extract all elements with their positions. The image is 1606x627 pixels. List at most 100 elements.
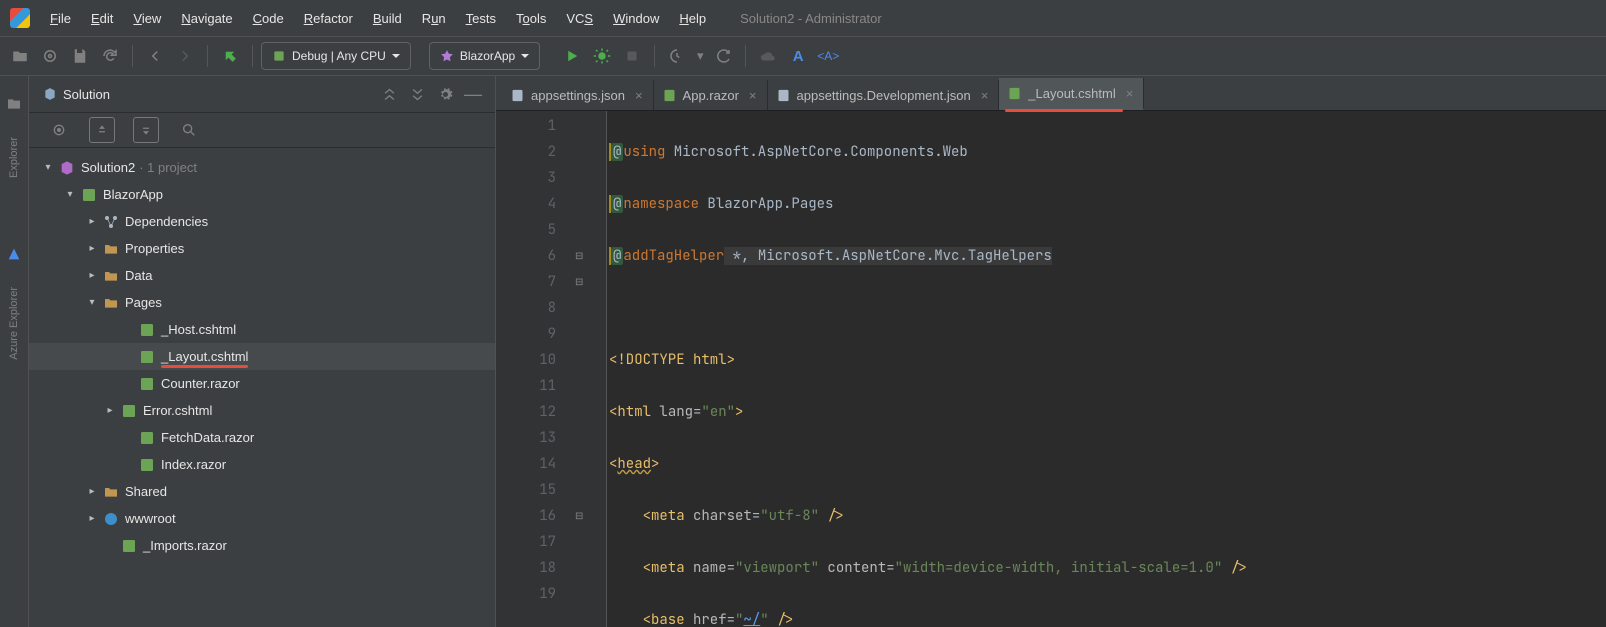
azure-a-icon[interactable]: A — [784, 42, 812, 70]
open-icon[interactable] — [6, 42, 34, 70]
forward-icon[interactable] — [171, 42, 199, 70]
expand-all-icon[interactable] — [377, 82, 401, 106]
menu-file[interactable]: File — [40, 7, 81, 30]
sort-down-icon[interactable] — [133, 117, 159, 143]
tree-node-index[interactable]: ▸ Index.razor — [29, 451, 495, 478]
folder-icon[interactable] — [6, 96, 22, 115]
sort-up-icon[interactable] — [89, 117, 115, 143]
solution-tree[interactable]: ▾ Solution2 · 1 project ▾ BlazorApp ▸ De… — [29, 148, 495, 627]
code-editor[interactable]: 12345678910111213141516171819 ⊟ ⊟ ⊟ @usi… — [496, 111, 1606, 627]
cshtml-file-icon — [1007, 86, 1022, 101]
cshtml-icon — [139, 322, 155, 338]
json-file-icon — [776, 88, 791, 103]
solution-icon — [59, 160, 75, 176]
close-icon[interactable]: × — [749, 88, 757, 103]
explorer-toolbar — [29, 113, 495, 148]
tree-node-data[interactable]: ▸ Data — [29, 262, 495, 289]
razor-icon — [139, 457, 155, 473]
target-icon[interactable] — [36, 42, 64, 70]
menu-run[interactable]: Run — [412, 7, 456, 30]
tree-node-imports[interactable]: ▸ _Imports.razor — [29, 532, 495, 559]
debug-icon[interactable] — [588, 42, 616, 70]
tree-node-fetchdata[interactable]: ▸ FetchData.razor — [29, 424, 495, 451]
code-lines[interactable]: @using Microsoft.AspNetCore.Components.W… — [607, 111, 1606, 627]
undo-build-icon[interactable] — [216, 42, 244, 70]
explorer-title: Solution — [63, 87, 110, 102]
razor-file-icon — [662, 88, 677, 103]
razor-icon — [121, 538, 137, 554]
tree-node-pages[interactable]: ▾ Pages — [29, 289, 495, 316]
tree-node-project[interactable]: ▾ BlazorApp — [29, 181, 495, 208]
menu-window[interactable]: Window — [603, 7, 669, 30]
razor-icon — [139, 430, 155, 446]
solution-icon — [43, 87, 57, 101]
tree-node-dependencies[interactable]: ▸ Dependencies — [29, 208, 495, 235]
editor-tabs: appsettings.json× App.razor× appsettings… — [496, 76, 1606, 111]
tree-node-shared[interactable]: ▸ Shared — [29, 478, 495, 505]
close-icon[interactable]: × — [981, 88, 989, 103]
menu-tests[interactable]: Tests — [456, 7, 506, 30]
tree-node-host[interactable]: ▸ _Host.cshtml — [29, 316, 495, 343]
tree-node-properties[interactable]: ▸ Properties — [29, 235, 495, 262]
csharp-project-icon — [81, 187, 97, 203]
cshtml-icon — [121, 403, 137, 419]
back-icon[interactable] — [141, 42, 169, 70]
caret-down-icon[interactable]: ▾ — [693, 42, 707, 70]
menu-bar: File Edit View Navigate Code Refactor Bu… — [0, 0, 1606, 36]
azure-explorer-tab[interactable]: Azure Explorer — [8, 281, 20, 366]
tab-layout[interactable]: _Layout.cshtml× — [999, 78, 1144, 110]
tab-appsettings[interactable]: appsettings.json× — [502, 80, 654, 110]
run-config-label: Debug | Any CPU — [292, 49, 386, 63]
run-icon[interactable] — [558, 42, 586, 70]
folder-icon — [103, 241, 119, 257]
close-icon[interactable]: × — [635, 88, 643, 103]
menu-refactor[interactable]: Refactor — [294, 7, 363, 30]
json-file-icon — [510, 88, 525, 103]
startup-project-combo[interactable]: BlazorApp — [429, 42, 540, 70]
toolbar: Debug | Any CPU BlazorApp ▾ A <A> — [0, 36, 1606, 76]
menu-view[interactable]: View — [123, 7, 171, 30]
tree-node-counter[interactable]: ▸ Counter.razor — [29, 370, 495, 397]
app-logo-icon — [10, 8, 30, 28]
gear-icon[interactable] — [433, 82, 457, 106]
web-folder-icon — [103, 511, 119, 527]
folder-icon — [103, 484, 119, 500]
locate-icon[interactable] — [47, 118, 71, 142]
menu-edit[interactable]: Edit — [81, 7, 123, 30]
search-icon[interactable] — [177, 118, 201, 142]
close-icon[interactable]: × — [1126, 86, 1134, 101]
refresh-icon[interactable] — [96, 42, 124, 70]
stop-icon[interactable] — [618, 42, 646, 70]
azure-brackets-icon[interactable]: <A> — [814, 42, 842, 70]
azure-icon[interactable] — [6, 246, 22, 265]
tab-appsettings-dev[interactable]: appsettings.Development.json× — [768, 80, 1000, 110]
cshtml-icon — [139, 349, 155, 365]
sync-icon[interactable] — [709, 42, 737, 70]
menu-help[interactable]: Help — [669, 7, 716, 30]
tree-node-layout[interactable]: ▸ _Layout.cshtml — [29, 343, 495, 370]
tree-node-wwwroot[interactable]: ▸ wwwroot — [29, 505, 495, 532]
fold-gutter[interactable]: ⊟ ⊟ ⊟ — [572, 111, 607, 627]
tab-app-razor[interactable]: App.razor× — [654, 80, 768, 110]
menu-code[interactable]: Code — [243, 7, 294, 30]
menu-build[interactable]: Build — [363, 7, 412, 30]
menu-vcs[interactable]: VCS — [556, 7, 603, 30]
chevron-down-icon — [392, 54, 400, 62]
cloud-icon[interactable] — [754, 42, 782, 70]
explorer-tab[interactable]: Explorer — [8, 131, 20, 184]
solution-explorer: Solution — ▾ Solution2 · 1 project ▾ — [29, 76, 496, 627]
menu-tools[interactable]: Tools — [506, 7, 556, 30]
chevron-down-icon — [521, 54, 529, 62]
tree-node-error[interactable]: ▸ Error.cshtml — [29, 397, 495, 424]
hide-icon[interactable]: — — [461, 82, 485, 106]
menu-navigate[interactable]: Navigate — [171, 7, 242, 30]
gutter: 12345678910111213141516171819 — [496, 111, 572, 627]
inspect-icon[interactable] — [663, 42, 691, 70]
tree-node-solution[interactable]: ▾ Solution2 · 1 project — [29, 154, 495, 181]
run-config-combo[interactable]: Debug | Any CPU — [261, 42, 411, 70]
editor: appsettings.json× App.razor× appsettings… — [496, 76, 1606, 627]
collapse-all-icon[interactable] — [405, 82, 429, 106]
startup-project-label: BlazorApp — [460, 49, 515, 63]
explorer-header: Solution — — [29, 76, 495, 113]
save-icon[interactable] — [66, 42, 94, 70]
